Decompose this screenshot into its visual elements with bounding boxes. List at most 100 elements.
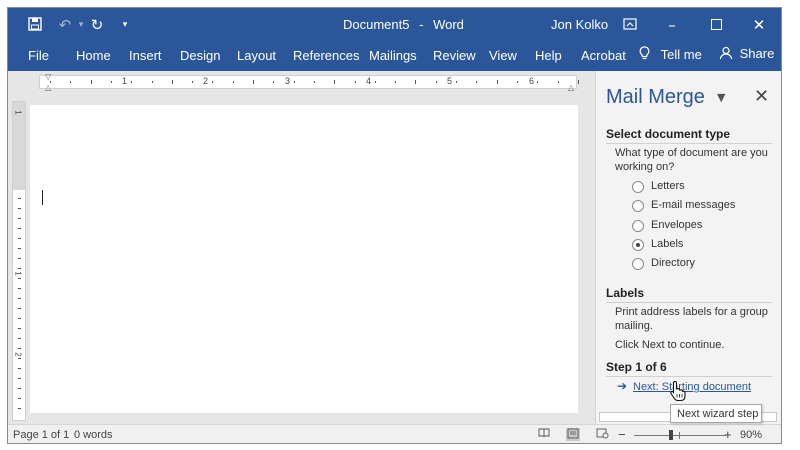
customize-quick-access-icon[interactable]: ▾ bbox=[116, 16, 134, 34]
status-bar: Page 1 of 1 0 words − + 90% bbox=[8, 424, 781, 443]
vertical-ruler-tick bbox=[18, 328, 21, 329]
horizontal-ruler[interactable]: 1 2 3 4 5 6 ▽ △ △ bbox=[39, 72, 600, 92]
tab-acrobat[interactable]: Acrobat bbox=[581, 48, 626, 63]
tab-insert[interactable]: Insert bbox=[129, 48, 162, 63]
share-button[interactable]: Share bbox=[719, 46, 774, 63]
ruler-tick bbox=[90, 80, 92, 84]
zoom-out-button[interactable]: − bbox=[618, 427, 626, 442]
step-indicator: Step 1 of 6 bbox=[606, 360, 772, 377]
zoom-slider-track[interactable] bbox=[634, 435, 726, 436]
ruler-tick bbox=[557, 81, 559, 83]
vertical-ruler-tick bbox=[18, 198, 21, 199]
mail-merge-pane: Mail Merge ▼ ✕ Select document type What… bbox=[595, 71, 781, 424]
vertical-ruler-tick bbox=[18, 318, 21, 319]
radio-button[interactable] bbox=[632, 220, 644, 232]
labels-description: Print address labels for a group mailing… bbox=[615, 306, 768, 332]
radio-button[interactable] bbox=[632, 258, 644, 270]
radio-label: Letters bbox=[651, 180, 685, 192]
ruler-number: 6 bbox=[529, 76, 535, 86]
zoom-in-button[interactable]: + bbox=[724, 427, 732, 442]
vertical-ruler[interactable]: 1 1 2 bbox=[12, 101, 26, 421]
tell-me-button[interactable]: Tell me bbox=[639, 46, 702, 65]
tab-design[interactable]: Design bbox=[180, 48, 220, 63]
minimize-icon[interactable]: – bbox=[661, 14, 683, 36]
ruler-tick bbox=[293, 81, 295, 83]
continue-instruction: Click Next to continue. bbox=[615, 339, 725, 351]
redo-icon[interactable]: ↻ bbox=[88, 16, 106, 34]
app-name: Word bbox=[433, 17, 464, 32]
vertical-ruler-margin bbox=[13, 102, 25, 190]
zoom-level[interactable]: 90% bbox=[740, 429, 762, 441]
left-indent-marker[interactable]: ▽ bbox=[45, 72, 51, 81]
tab-layout[interactable]: Layout bbox=[237, 48, 276, 63]
vertical-ruler-tick bbox=[18, 358, 21, 359]
radio-button-selected[interactable] bbox=[632, 239, 644, 251]
horizontal-ruler-area: 1 2 3 4 5 6 ▽ △ △ bbox=[8, 71, 600, 93]
close-icon[interactable]: ✕ bbox=[754, 86, 769, 107]
ruler-tick bbox=[253, 80, 254, 84]
ruler-tick bbox=[537, 81, 539, 83]
zoom-slider-center-mark bbox=[679, 432, 680, 439]
pane-title: Mail Merge bbox=[606, 86, 705, 108]
close-icon[interactable]: ✕ bbox=[748, 14, 770, 36]
vertical-ruler-tick bbox=[18, 258, 21, 259]
vertical-ruler-number: 2 bbox=[13, 352, 23, 357]
vertical-ruler-tick bbox=[18, 208, 21, 209]
window-title: Document5 - Word bbox=[343, 17, 464, 32]
vertical-ruler-tick bbox=[18, 288, 21, 289]
ruler-number: 2 bbox=[203, 76, 209, 86]
ruler-number: 4 bbox=[366, 76, 372, 86]
vertical-ruler-tick bbox=[18, 398, 21, 399]
radio-button[interactable] bbox=[632, 200, 644, 212]
tab-view[interactable]: View bbox=[489, 48, 517, 63]
save-icon[interactable] bbox=[26, 16, 44, 34]
title-bar: ↶ ▾ ↻ ▾ Document5 - Word Jon Kolko – ✕ bbox=[8, 8, 781, 41]
ruler-tick bbox=[456, 81, 457, 83]
ruler-tick bbox=[192, 81, 194, 83]
tab-home[interactable]: Home bbox=[76, 48, 111, 63]
tab-help[interactable]: Help bbox=[535, 48, 562, 63]
radio-button[interactable] bbox=[632, 181, 644, 193]
zoom-slider-thumb[interactable] bbox=[669, 430, 673, 440]
vertical-ruler-tick bbox=[18, 228, 21, 229]
vertical-ruler-number: 1 bbox=[13, 110, 23, 115]
print-layout-icon[interactable] bbox=[566, 428, 580, 441]
chevron-down-icon[interactable]: ▼ bbox=[717, 91, 725, 104]
ruler-tick bbox=[415, 80, 417, 84]
vertical-ruler-tick bbox=[18, 348, 21, 349]
maximize-icon[interactable] bbox=[705, 14, 727, 36]
tab-review[interactable]: Review bbox=[433, 48, 476, 63]
document-page[interactable] bbox=[30, 105, 578, 413]
title-separator: - bbox=[419, 17, 424, 32]
hanging-indent-marker[interactable]: △ bbox=[45, 83, 51, 92]
user-name[interactable]: Jon Kolko bbox=[551, 17, 608, 32]
ruler-tick bbox=[70, 81, 72, 83]
ruler-tick bbox=[313, 81, 315, 83]
arrow-right-icon[interactable]: ➔ bbox=[617, 379, 627, 393]
ruler-number: 3 bbox=[285, 76, 291, 86]
hand-pointer-icon bbox=[669, 380, 687, 408]
next-starting-document-link[interactable]: Next: Starting document bbox=[633, 381, 751, 393]
vertical-ruler-tick bbox=[18, 218, 21, 219]
radio-label: E-mail messages bbox=[651, 199, 736, 211]
ruler-tick bbox=[516, 81, 518, 83]
ruler-tick bbox=[476, 81, 478, 83]
right-indent-marker[interactable]: △ bbox=[568, 83, 574, 92]
ruler-tick bbox=[334, 80, 336, 84]
web-layout-icon[interactable] bbox=[595, 428, 609, 441]
page-count[interactable]: Page 1 of 1 bbox=[13, 429, 69, 441]
word-count[interactable]: 0 words bbox=[74, 429, 113, 441]
ruler-tick bbox=[131, 81, 133, 83]
ruler-tick bbox=[374, 81, 376, 83]
vertical-ruler-tick bbox=[18, 268, 21, 269]
tab-mailings[interactable]: Mailings bbox=[369, 48, 417, 63]
tab-references[interactable]: References bbox=[293, 48, 359, 63]
read-mode-icon[interactable] bbox=[537, 428, 551, 441]
text-cursor bbox=[42, 190, 43, 205]
tab-file[interactable]: File bbox=[28, 48, 49, 63]
ribbon-display-options-icon[interactable] bbox=[619, 14, 641, 36]
ruler-number: 1 bbox=[122, 76, 128, 86]
ruler-tick bbox=[171, 80, 173, 84]
vertical-ruler-tick bbox=[18, 238, 21, 239]
ruler-tick bbox=[395, 81, 397, 83]
